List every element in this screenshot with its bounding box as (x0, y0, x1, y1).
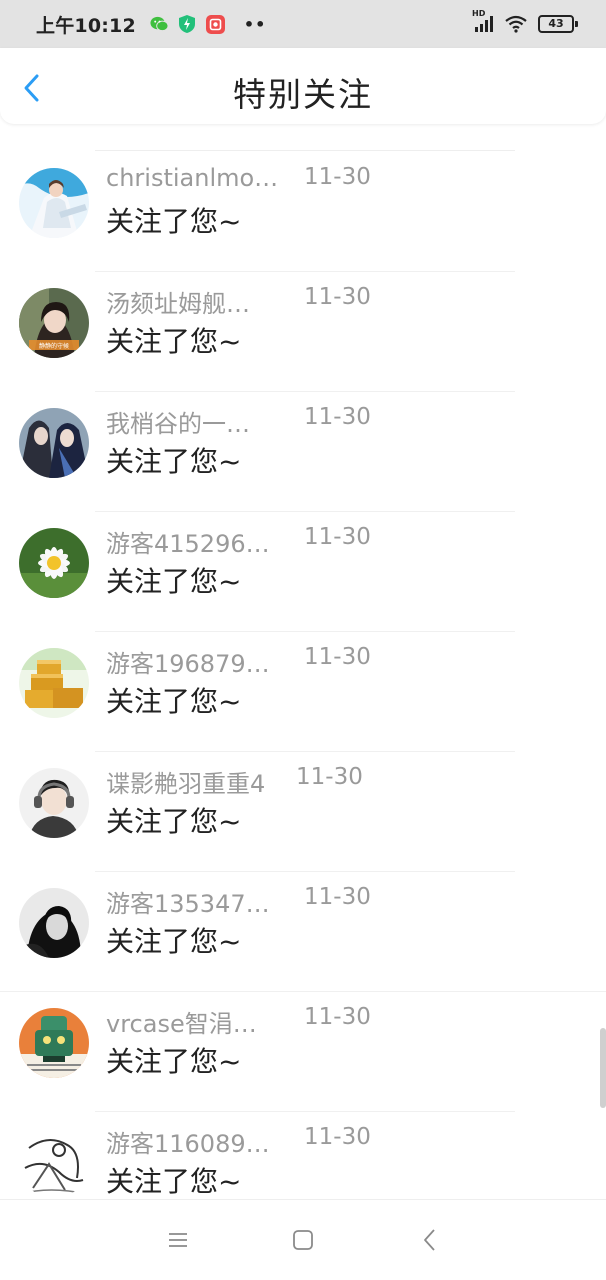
list-item[interactable]: christianlmo… 11-30 关注了您~ (0, 151, 606, 272)
list-item[interactable]: 谍影艴羽重重4 11-30 关注了您~ (0, 751, 606, 872)
list-item[interactable]: 游客135347… 11-30 关注了您~ (0, 871, 606, 992)
home-square-icon (292, 1229, 314, 1251)
item-date: 11-30 (304, 1004, 371, 1030)
system-nav-bar (0, 1199, 606, 1280)
status-more-dots: •• (243, 14, 267, 34)
item-message: 关注了您~ (106, 925, 242, 958)
item-date: 11-30 (304, 284, 371, 310)
item-message: 关注了您~ (106, 1045, 242, 1078)
svg-text:静静的守候: 静静的守候 (39, 342, 69, 350)
status-time: 上午10:12 (36, 14, 136, 37)
screen: 上午10:12 •• HD 43 特别关注 christianlmo… 11-3… (0, 0, 606, 1280)
battery-icon: 43 (538, 15, 578, 33)
item-date: 11-30 (304, 884, 371, 910)
home-button[interactable] (289, 1226, 317, 1254)
item-date: 11-30 (304, 644, 371, 670)
item-name: 汤颏址姆舰… (106, 290, 250, 318)
back-nav-button[interactable] (416, 1226, 444, 1254)
red-app-icon (205, 14, 225, 34)
scrollbar[interactable] (600, 1028, 606, 1108)
follow-list: christianlmo… 11-30 关注了您~ 静静的守候 汤颏址姆舰… 1… (0, 124, 606, 1199)
avatar[interactable] (19, 528, 89, 598)
item-date: 11-30 (304, 404, 371, 430)
hd-label: HD (472, 9, 486, 18)
item-message: 关注了您~ (106, 1165, 242, 1198)
item-name: 游客135347… (106, 890, 270, 918)
item-date: 11-30 (304, 164, 371, 190)
battery-level: 43 (538, 15, 574, 33)
menu-button[interactable] (164, 1226, 192, 1254)
avatar[interactable] (19, 888, 89, 958)
avatar[interactable] (19, 768, 89, 838)
status-right: HD 43 (472, 9, 578, 33)
item-message: 关注了您~ (106, 805, 242, 838)
item-message: 关注了您~ (106, 205, 242, 238)
item-name: 谍影艴羽重重4 (106, 770, 266, 798)
list-item[interactable]: 游客116089… 11-30 关注了您~ (0, 1111, 606, 1199)
list-item[interactable]: 我梢谷的一… 11-30 关注了您~ (0, 391, 606, 512)
avatar[interactable]: 静静的守候 (19, 288, 89, 358)
item-name: 游客116089… (106, 1130, 270, 1158)
item-date: 11-30 (304, 524, 371, 550)
menu-icon (167, 1230, 189, 1250)
avatar[interactable] (19, 648, 89, 718)
avatar[interactable] (19, 168, 89, 238)
signal-icon: HD (472, 9, 494, 33)
back-triangle-icon (422, 1228, 438, 1252)
item-message: 关注了您~ (106, 685, 242, 718)
item-message: 关注了您~ (106, 325, 242, 358)
item-name: 我梢谷的一… (106, 410, 250, 438)
avatar[interactable] (19, 1128, 89, 1198)
header: 特别关注 (0, 48, 606, 124)
item-name: 游客415296… (106, 530, 270, 558)
wifi-icon (504, 15, 528, 33)
avatar[interactable] (19, 408, 89, 478)
list-item[interactable]: 静静的守候 汤颏址姆舰… 11-30 关注了您~ (0, 271, 606, 392)
list-item[interactable]: 游客415296… 11-30 关注了您~ (0, 511, 606, 632)
page-title: 特别关注 (233, 75, 373, 114)
item-name: christianlmo… (106, 164, 279, 192)
list-item[interactable]: vrcase智涓… 11-30 关注了您~ (0, 991, 606, 1112)
item-message: 关注了您~ (106, 565, 242, 598)
item-date: 11-30 (296, 764, 363, 790)
list-item[interactable]: 游客196879… 11-30 关注了您~ (0, 631, 606, 752)
item-date: 11-30 (304, 1124, 371, 1150)
item-name: vrcase智涓… (106, 1010, 257, 1038)
item-name: 游客196879… (106, 650, 270, 678)
shield-bolt-icon (178, 15, 197, 34)
item-message: 关注了您~ (106, 445, 242, 478)
status-bar: 上午10:12 •• HD 43 (0, 0, 606, 48)
status-app-icons: •• (150, 14, 267, 34)
wechat-icon (150, 15, 169, 34)
avatar[interactable] (19, 1008, 89, 1078)
